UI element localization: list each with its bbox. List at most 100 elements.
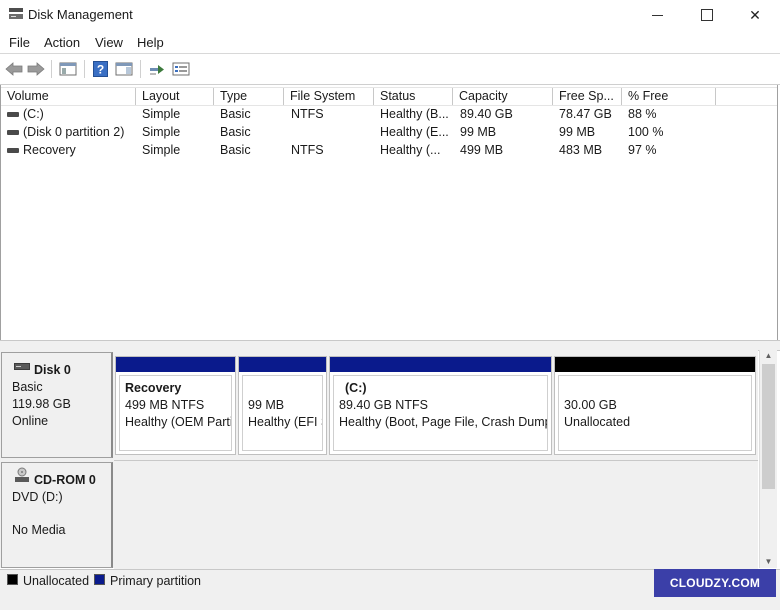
menu-bar: File Action View Help [0,31,780,54]
disk-state: Online [12,414,49,428]
partition-color-bar [330,357,551,372]
cd-drive-icon [15,467,29,482]
partition-recovery[interactable]: Recovery 499 MB NTFS Healthy (OEM Parti [115,356,236,455]
partition-name: (C:) [345,381,367,395]
partition-size: 99 MB [248,398,285,412]
partition-efi[interactable]: 99 MB Healthy (EFI S [238,356,327,455]
disk-0-row: Disk 0 Basic 119.98 GB Online Recovery 4… [0,350,758,458]
list-view-icon[interactable] [171,59,191,79]
console-tree-icon[interactable] [58,59,78,79]
cell-volume: (Disk 0 partition 2) [23,125,125,139]
cell-status: Healthy (... [380,143,441,157]
menu-action[interactable]: Action [44,35,80,50]
partition-color-bar [555,357,755,372]
disk-0-label[interactable]: Disk 0 Basic 119.98 GB Online [1,352,113,458]
col-type[interactable]: Type [214,88,284,105]
scrollbar-thumb[interactable] [762,364,775,489]
partition-body: 99 MB Healthy (EFI S [242,375,323,451]
col-file-system[interactable]: File System [284,88,374,105]
toolbar-separator [84,60,85,78]
cell-file-system: NTFS [291,107,324,121]
scroll-down-icon[interactable]: ▼ [760,556,777,568]
disk-type: Basic [12,380,43,394]
vertical-scrollbar[interactable]: ▲ ▼ [759,350,777,568]
menu-file[interactable]: File [9,35,30,50]
disk-state: No Media [12,523,66,537]
scroll-up-icon[interactable]: ▲ [760,350,777,362]
disk-type: DVD (D:) [12,490,63,504]
partition-body: (C:) 89.40 GB NTFS Healthy (Boot, Page F… [333,375,548,451]
partition-status: Healthy (OEM Parti [125,415,232,429]
cell-free-space: 99 MB [559,125,596,139]
back-arrow-icon[interactable] [4,59,24,79]
hard-disk-icon [14,363,30,370]
cell-status: Healthy (B... [380,107,449,121]
title-bar: Disk Management ✕ [0,0,780,30]
col-capacity[interactable]: Capacity [453,88,553,105]
disk-name: CD-ROM 0 [34,473,96,487]
legend-unallocated-swatch [7,574,18,585]
drive-icon [7,148,19,153]
drive-icon [7,130,19,135]
partition-color-bar [239,357,326,372]
cell-capacity: 499 MB [460,143,504,157]
menu-view[interactable]: View [95,35,123,50]
partition-name: Recovery [125,381,182,395]
table-row[interactable]: Recovery Simple Basic NTFS Healthy (... … [1,142,777,159]
svg-text:?: ? [96,63,103,77]
cell-layout: Simple [142,107,181,121]
watermark-logo: CLOUDZY.COM [654,569,776,597]
col-volume[interactable]: Volume [1,88,136,105]
help-icon[interactable]: ? [91,59,109,79]
cell-layout: Simple [142,143,181,157]
connect-icon[interactable] [147,59,167,79]
col-free-space[interactable]: Free Sp... [553,88,622,105]
cell-capacity: 89.40 GB [460,107,513,121]
cell-free-space: 78.47 GB [559,107,612,121]
disk-graphical-view: Disk 0 Basic 119.98 GB Online Recovery 4… [0,350,758,569]
cell-free-space: 483 MB [559,143,603,157]
toolbar: ? [0,54,780,85]
minimize-button[interactable] [634,0,680,30]
drive-icon [7,112,19,117]
partition-size: 89.40 GB NTFS [339,398,428,412]
cell-type: Basic [220,143,251,157]
partition-c[interactable]: (C:) 89.40 GB NTFS Healthy (Boot, Page F… [329,356,552,455]
disk-management-icon [9,8,23,19]
properties-icon[interactable] [114,59,134,79]
toolbar-separator [51,60,52,78]
legend-unallocated-label: Unallocated [23,574,90,588]
disk-size: 119.98 GB [12,397,71,411]
partition-status: Healthy (Boot, Page File, Crash Dump, [339,415,548,429]
cell-percent-free: 97 % [628,143,657,157]
cell-volume: (C:) [23,107,44,121]
col-layout[interactable]: Layout [136,88,214,105]
volume-list[interactable]: Volume Layout Type File System Status Ca… [0,85,778,341]
cell-file-system: NTFS [291,143,324,157]
close-button[interactable]: ✕ [732,0,778,30]
cell-capacity: 99 MB [460,125,497,139]
partition-unallocated[interactable]: 30.00 GB Unallocated [554,356,756,455]
minimize-icon [651,14,663,16]
menu-help[interactable]: Help [137,35,164,50]
partition-color-bar [116,357,235,372]
toolbar-separator [140,60,141,78]
cdrom-media-area[interactable] [114,460,758,569]
partition-size: 499 MB NTFS [125,398,205,412]
col-percent-free[interactable]: % Free [622,88,716,105]
table-row[interactable]: (Disk 0 partition 2) Simple Basic Health… [1,124,777,141]
maximize-button[interactable] [684,0,730,30]
legend-primary-swatch [94,574,105,585]
partition-size: 30.00 GB [564,398,617,412]
partition-status: Unallocated [564,415,631,429]
col-status[interactable]: Status [374,88,453,105]
cdrom-0-row: CD-ROM 0 DVD (D:) No Media [0,460,758,569]
partition-body: 30.00 GB Unallocated [558,375,752,451]
forward-arrow-icon[interactable] [26,59,46,79]
table-row[interactable]: (C:) Simple Basic NTFS Healthy (B... 89.… [1,106,777,123]
cell-percent-free: 100 % [628,125,664,139]
cell-layout: Simple [142,125,181,139]
cell-type: Basic [220,125,251,139]
legend-primary-label: Primary partition [110,574,201,588]
cdrom-0-label[interactable]: CD-ROM 0 DVD (D:) No Media [1,462,113,568]
